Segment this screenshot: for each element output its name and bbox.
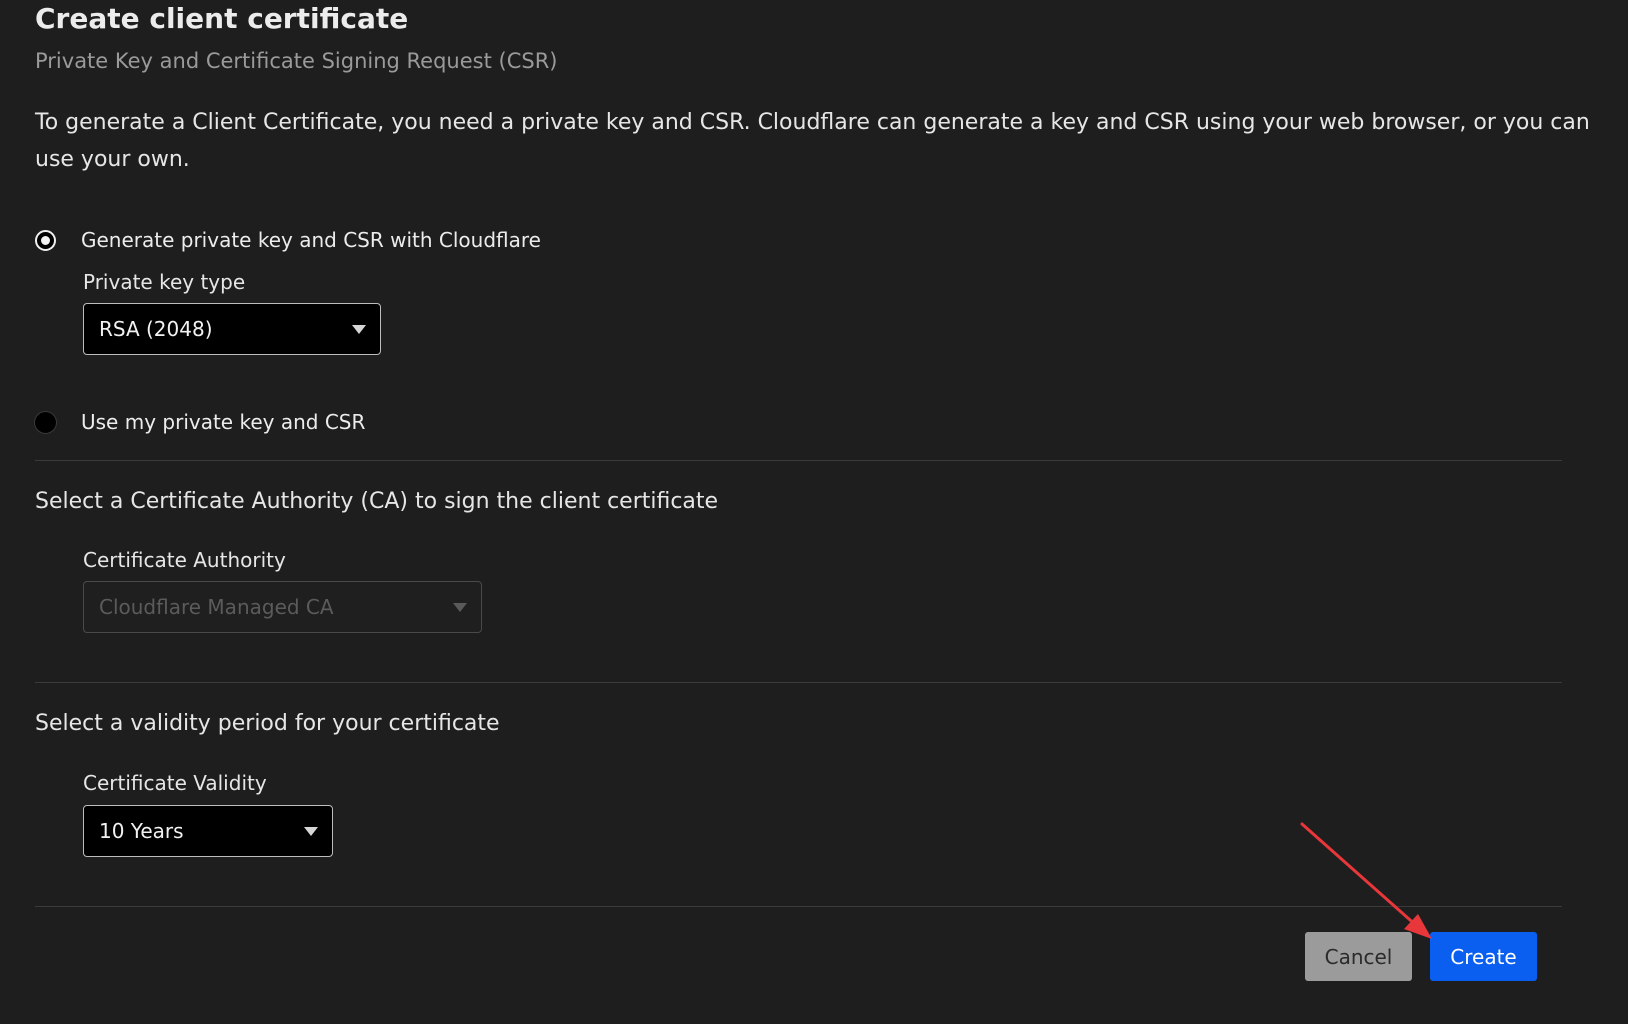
page-title: Create client certificate xyxy=(35,2,409,35)
certificate-validity-label: Certificate Validity xyxy=(83,771,267,795)
section-divider xyxy=(35,906,1562,907)
certificate-validity-value: 10 Years xyxy=(99,819,184,843)
chevron-down-icon xyxy=(352,325,366,334)
radio-selected-dot xyxy=(41,235,50,245)
validity-section-heading: Select a validity period for your certif… xyxy=(35,711,500,736)
generate-key-option[interactable]: Generate private key and CSR with Cloudf… xyxy=(35,228,541,252)
create-client-certificate-page: Create client certificate Private Key an… xyxy=(0,0,1628,1024)
section-divider xyxy=(35,682,1562,683)
private-key-type-value: RSA (2048) xyxy=(99,317,213,341)
chevron-down-icon xyxy=(304,827,318,836)
arrow-shaft xyxy=(1300,822,1420,929)
generate-key-label: Generate private key and CSR with Cloudf… xyxy=(81,228,541,252)
certificate-authority-label: Certificate Authority xyxy=(83,548,286,572)
certificate-authority-value: Cloudflare Managed CA xyxy=(99,595,334,619)
page-subtitle: Private Key and Certificate Signing Requ… xyxy=(35,49,558,73)
cancel-button[interactable]: Cancel xyxy=(1305,932,1412,981)
generate-key-radio[interactable] xyxy=(35,229,56,251)
intro-text: To generate a Client Certificate, you ne… xyxy=(35,110,1590,172)
private-key-type-label: Private key type xyxy=(83,270,246,294)
create-button[interactable]: Create xyxy=(1430,932,1537,981)
certificate-authority-select: Cloudflare Managed CA xyxy=(83,581,482,633)
ca-section-heading: Select a Certificate Authority (CA) to s… xyxy=(35,489,719,514)
own-key-option[interactable]: Use my private key and CSR xyxy=(35,410,365,434)
certificate-validity-select[interactable]: 10 Years xyxy=(83,805,333,857)
own-key-label: Use my private key and CSR xyxy=(81,410,366,434)
private-key-type-select[interactable]: RSA (2048) xyxy=(83,303,381,355)
own-key-radio[interactable] xyxy=(35,411,56,433)
chevron-down-icon xyxy=(453,603,467,612)
section-divider xyxy=(35,460,1562,461)
